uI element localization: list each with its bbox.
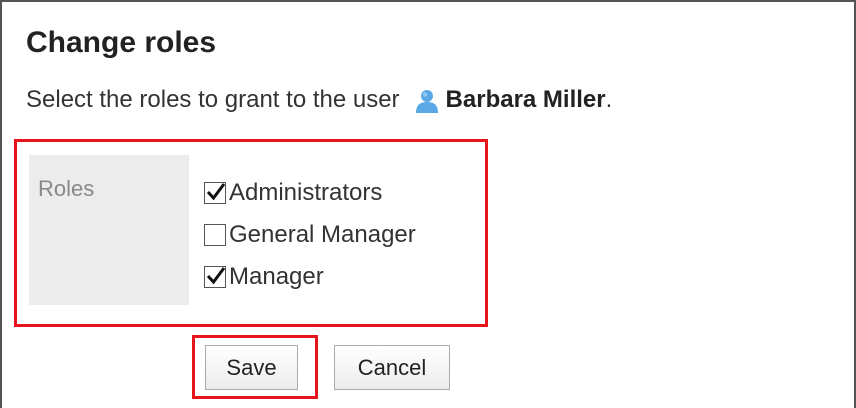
checkbox-general-manager[interactable]: [204, 224, 226, 246]
roles-label: Roles: [38, 176, 95, 201]
user-name[interactable]: Barbara Miller: [446, 86, 606, 114]
save-button[interactable]: Save: [205, 345, 298, 390]
checkmark-icon: [206, 183, 226, 201]
cancel-button[interactable]: Cancel: [334, 345, 450, 390]
role-label: Administrators: [229, 179, 383, 206]
page-title: Change roles: [26, 26, 217, 59]
description-suffix: .: [605, 86, 613, 113]
checkbox-manager[interactable]: [204, 266, 226, 288]
checkmark-icon: [206, 267, 226, 285]
role-label: Manager: [229, 263, 324, 290]
description-text: Select the roles to grant to the user: [26, 86, 400, 113]
roles-label-cell: Roles: [29, 155, 189, 305]
role-option-manager[interactable]: Manager: [204, 256, 416, 298]
roles-options: Administrators General Manager Manager: [204, 172, 416, 298]
role-label: General Manager: [229, 221, 416, 248]
role-option-general-manager[interactable]: General Manager: [204, 214, 416, 256]
user-icon: [414, 88, 440, 114]
description: Select the roles to grant to the user Ba…: [26, 86, 612, 114]
checkbox-administrators[interactable]: [204, 182, 226, 204]
role-option-administrators[interactable]: Administrators: [204, 172, 416, 214]
